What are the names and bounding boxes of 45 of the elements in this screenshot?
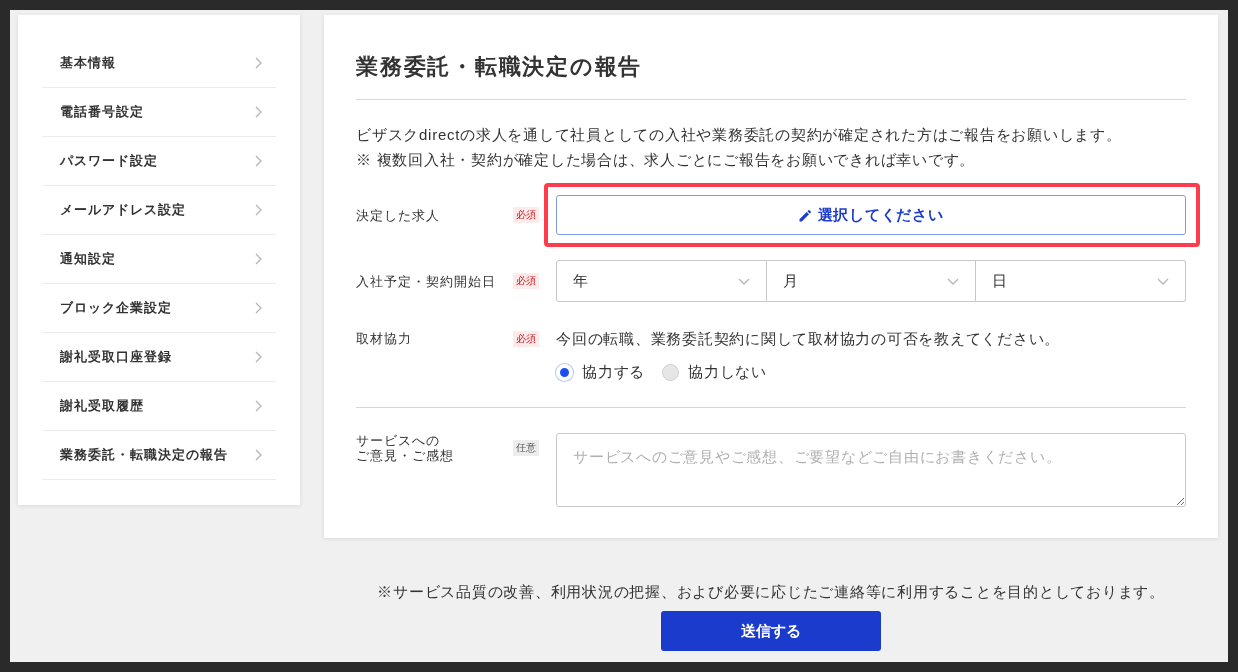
radio-label[interactable]: 協力しない (688, 360, 767, 384)
chevron-right-icon (255, 400, 262, 412)
date-select[interactable]: 月 (766, 260, 977, 302)
sidebar-item[interactable]: メールアドレス設定 (42, 186, 276, 235)
radio-label[interactable]: 協力する (582, 360, 645, 384)
chevron-right-icon (255, 351, 262, 363)
optional-tag: 任意 (513, 440, 539, 456)
radio-button[interactable] (662, 363, 679, 381)
required-tag: 必須 (513, 207, 539, 223)
chevron-right-icon (255, 57, 262, 69)
chevron-right-icon (255, 106, 262, 118)
chevron-right-icon (255, 302, 262, 314)
sidebar-item[interactable]: 基本情報 (42, 39, 276, 88)
intro-text: ※ 複数回入社・契約が確定した場合は、求人ごとにご報告をお願いできれば幸いです。 (356, 150, 977, 170)
sidebar-item[interactable]: 通知設定 (42, 235, 276, 284)
page-title: 業務委託・転職決定の報告 (356, 53, 644, 81)
chevron-down-icon (1157, 277, 1169, 285)
field-label: 入社予定・契約開始日 (356, 273, 496, 289)
date-select[interactable]: 年 (556, 260, 767, 302)
submit-button[interactable]: 送信する (661, 611, 881, 651)
chevron-right-icon (255, 449, 262, 461)
question-text: 今回の転職、業務委託契約に関して取材協力の可否を教えてください。 (556, 329, 1061, 349)
chevron-right-icon (255, 155, 262, 167)
required-tag: 必須 (513, 330, 539, 347)
notice-text: ※サービス品質の改善、利用状況の把握、および必要に応じたご連絡等に利用することを目的としております。 (376, 582, 1166, 602)
field-label: 決定した求人 (356, 207, 440, 223)
sidebar-item[interactable]: ブロック企業設定 (42, 284, 276, 333)
sidebar-item[interactable]: 謝礼受取履歴 (42, 382, 276, 431)
sidebar-item[interactable]: 電話番号設定 (42, 88, 276, 137)
pencil-icon (798, 208, 812, 222)
chevron-right-icon (255, 204, 262, 216)
date-select[interactable]: 日 (976, 260, 1186, 302)
sidebar-item[interactable]: 業務委託・転職決定の報告 (42, 431, 276, 480)
feedback-textarea[interactable]: サービスへのご意見やご感想、ご要望などご自由にお書きください。 (556, 433, 1186, 507)
sidebar-item[interactable]: 謝礼受取口座登録 (42, 333, 276, 382)
sidebar-item[interactable]: パスワード設定 (42, 137, 276, 186)
intro-text: ビザスクdirectの求人を通して社員としての入社や業務委託の契約が確定された方はご報告をお願いします。 (356, 125, 1123, 145)
chevron-right-icon (255, 253, 262, 265)
required-tag: 必須 (513, 273, 539, 289)
field-label: 取材協力 (356, 331, 412, 346)
field-label: ご意見・ご感想 (356, 448, 454, 463)
job-select-button[interactable]: 選択してください (556, 195, 1186, 235)
chevron-down-icon (737, 277, 750, 285)
chevron-down-icon (947, 277, 960, 285)
field-label: サービスへの (356, 433, 440, 448)
